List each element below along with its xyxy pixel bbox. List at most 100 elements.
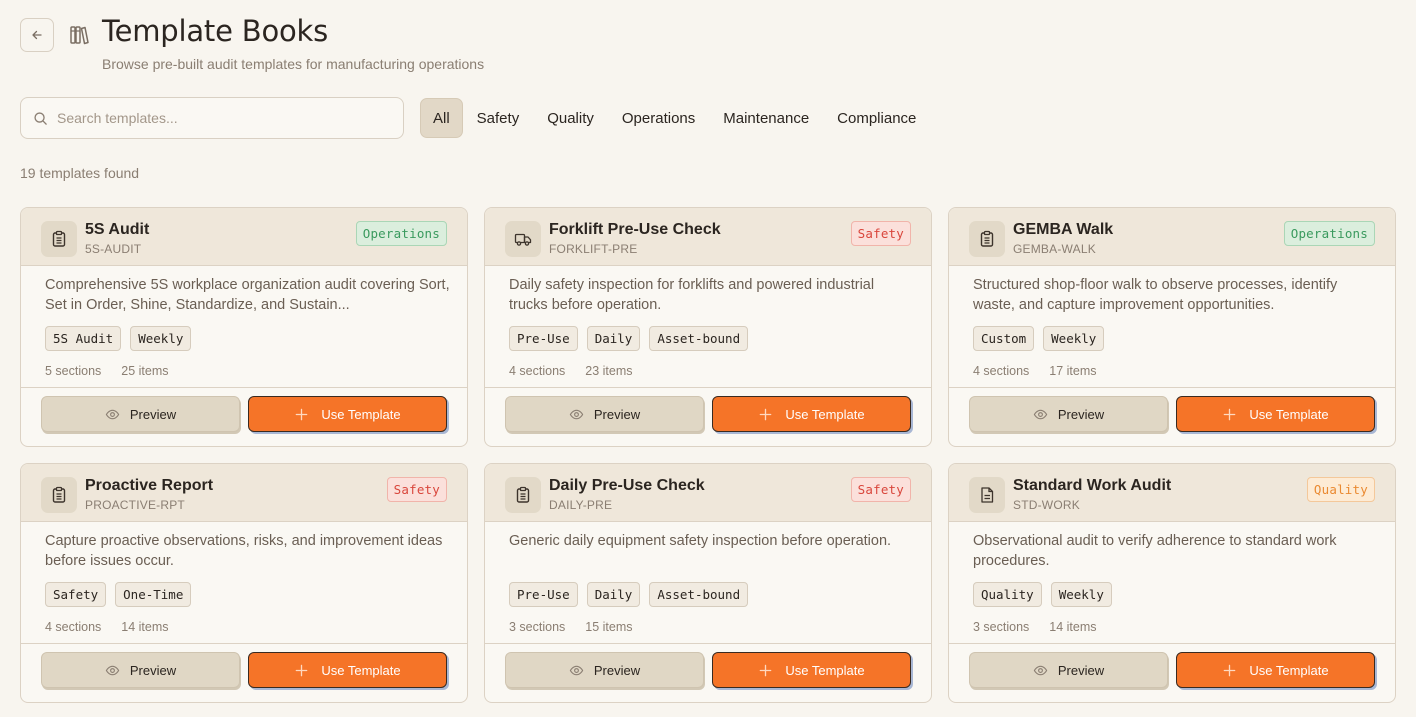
tag: Custom: [973, 326, 1035, 351]
items-count: 14 items: [1049, 620, 1097, 634]
preview-button[interactable]: Preview: [41, 396, 240, 432]
preview-label: Preview: [1057, 662, 1105, 678]
card-title: Forklift Pre-Use Check: [549, 221, 721, 238]
card-description: Comprehensive 5S workplace organization …: [45, 277, 450, 313]
eye-icon: [1033, 409, 1048, 419]
tag: Asset-bound: [649, 582, 749, 607]
tag: Weekly: [130, 326, 192, 351]
search-icon: [34, 111, 47, 125]
template-grid: 5S Audit 5S-AUDIT Operations Comprehensi…: [20, 207, 1396, 703]
use-template-button[interactable]: Use Template: [1176, 396, 1375, 432]
card-code: 5S-AUDIT: [85, 242, 142, 256]
category-badge: Operations: [1283, 221, 1375, 246]
plus-icon: [760, 664, 772, 676]
card-footer: Preview Use Template: [485, 643, 931, 702]
use-template-button[interactable]: Use Template: [1176, 652, 1375, 688]
card-meta: 4 sections 14 items: [45, 620, 169, 634]
filter-quality[interactable]: Quality: [533, 98, 608, 138]
use-template-button[interactable]: Use Template: [248, 396, 447, 432]
items-count: 15 items: [585, 620, 633, 634]
card-description: Capture proactive observations, risks, a…: [45, 533, 443, 569]
card-tags: Quality Weekly: [973, 582, 1112, 607]
card-footer: Preview Use Template: [485, 387, 931, 446]
card-title: 5S Audit: [85, 221, 150, 238]
card-header: Proactive Report PROACTIVE-RPT Safety: [21, 464, 467, 522]
card-icon-box: [505, 221, 541, 257]
page: Template Books Browse pre-built audit te…: [0, 0, 1416, 717]
sections-count: 3 sections: [973, 620, 1030, 634]
card-description: Daily safety inspection for forklifts an…: [509, 277, 875, 313]
card-footer: Preview Use Template: [949, 387, 1395, 446]
preview-label: Preview: [593, 406, 641, 422]
card-code: FORKLIFT-PRE: [549, 242, 638, 256]
preview-button[interactable]: Preview: [41, 652, 240, 688]
card-title: Standard Work Audit: [1013, 477, 1172, 494]
card-code: STD-WORK: [1013, 498, 1080, 512]
tag: Asset-bound: [649, 326, 749, 351]
preview-label: Preview: [1057, 406, 1105, 422]
filter-compliance[interactable]: Compliance: [823, 98, 930, 138]
arrow-left-icon: [32, 30, 42, 40]
card-meta: 5 sections 25 items: [45, 364, 169, 378]
page-subtitle: Browse pre-built audit templates for man…: [102, 56, 485, 72]
card-tags: 5S Audit Weekly: [45, 326, 192, 351]
filter-operations[interactable]: Operations: [608, 98, 709, 138]
sections-count: 5 sections: [45, 364, 102, 378]
card-meta: 3 sections 14 items: [973, 620, 1097, 634]
use-template-button[interactable]: Use Template: [712, 652, 911, 688]
filter-safety[interactable]: Safety: [463, 98, 534, 138]
search-box[interactable]: [20, 97, 404, 139]
plus-icon: [760, 408, 772, 420]
card-tags: Safety One-Time: [45, 582, 192, 607]
plus-icon: [296, 664, 308, 676]
use-template-label: Use Template: [321, 662, 401, 678]
plus-icon: [296, 408, 308, 420]
truck-icon: [514, 233, 532, 246]
card-icon-box: [969, 221, 1005, 257]
card-meta: 4 sections 23 items: [509, 364, 633, 378]
page-title: Template Books: [102, 14, 329, 48]
card-icon-box: [505, 477, 541, 513]
preview-button[interactable]: Preview: [505, 652, 704, 688]
category-badge: Safety: [850, 477, 911, 502]
card-header: Daily Pre-Use Check DAILY-PRE Safety: [485, 464, 931, 522]
document-icon: [981, 487, 994, 503]
card-description: Generic daily equipment safety inspectio…: [509, 533, 892, 549]
card-footer: Preview Use Template: [949, 643, 1395, 702]
plus-icon: [1224, 664, 1236, 676]
card-title: Proactive Report: [85, 477, 214, 494]
category-filters: All Safety Quality Operations Maintenanc…: [420, 98, 930, 138]
template-card: Daily Pre-Use Check DAILY-PRE Safety Gen…: [484, 463, 932, 703]
preview-button[interactable]: Preview: [505, 396, 704, 432]
card-icon-box: [41, 221, 77, 257]
filter-all[interactable]: All: [420, 98, 463, 138]
card-tags: Pre-Use Daily Asset-bound: [509, 582, 749, 607]
tag: Weekly: [1050, 582, 1112, 607]
card-code: GEMBA-WALK: [1013, 242, 1096, 256]
tag: Weekly: [1043, 326, 1105, 351]
template-card: Standard Work Audit STD-WORK Quality Obs…: [948, 463, 1396, 703]
tag: Pre-Use: [509, 326, 578, 351]
preview-label: Preview: [129, 406, 177, 422]
sections-count: 4 sections: [45, 620, 102, 634]
preview-button[interactable]: Preview: [969, 652, 1168, 688]
card-tags: Pre-Use Daily Asset-bound: [509, 326, 749, 351]
back-button[interactable]: [20, 18, 54, 52]
sections-count: 3 sections: [509, 620, 566, 634]
filter-maintenance[interactable]: Maintenance: [709, 98, 823, 138]
template-card: Forklift Pre-Use Check FORKLIFT-PRE Safe…: [484, 207, 932, 447]
use-template-button[interactable]: Use Template: [248, 652, 447, 688]
card-header: GEMBA Walk GEMBA-WALK Operations: [949, 208, 1395, 266]
template-card: Proactive Report PROACTIVE-RPT Safety Ca…: [20, 463, 468, 703]
card-code: PROACTIVE-RPT: [85, 498, 185, 512]
category-badge: Safety: [850, 221, 911, 246]
card-icon-box: [969, 477, 1005, 513]
items-count: 14 items: [121, 620, 169, 634]
use-template-label: Use Template: [321, 406, 401, 422]
use-template-button[interactable]: Use Template: [712, 396, 911, 432]
page-header: Template Books Browse pre-built audit te…: [20, 14, 484, 72]
card-header: 5S Audit 5S-AUDIT Operations: [21, 208, 467, 266]
preview-label: Preview: [593, 662, 641, 678]
preview-button[interactable]: Preview: [969, 396, 1168, 432]
search-input[interactable]: [57, 110, 377, 126]
